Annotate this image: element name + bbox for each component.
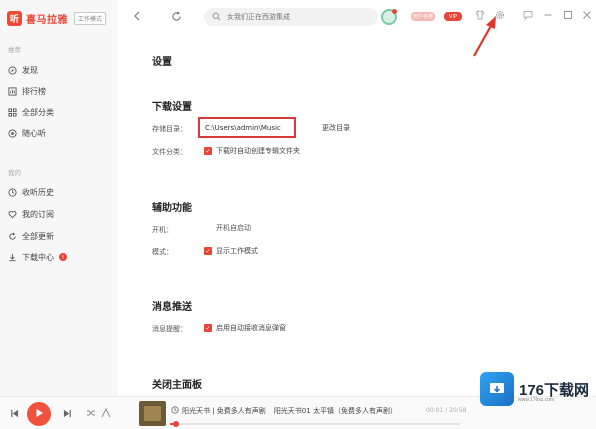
storage-dir-field[interactable]: C:\Users\admin\Music xyxy=(198,117,296,138)
speed-icon xyxy=(101,407,111,420)
minimize-button[interactable] xyxy=(542,11,553,22)
checkmark-icon: ✓ xyxy=(204,324,212,332)
maximize-button[interactable] xyxy=(562,11,573,22)
top-bar: 用户名称 VIP xyxy=(118,0,596,34)
sidebar-item-ranking[interactable]: 排行榜 xyxy=(8,85,46,97)
sidebar-item-label: 随心听 xyxy=(22,128,46,138)
sidebar-item-history[interactable]: 收听历史 xyxy=(8,186,54,198)
search-input[interactable] xyxy=(227,13,367,21)
work-mode-checkbox[interactable]: ✓ 显示工作模式 xyxy=(204,246,258,256)
refresh-button[interactable] xyxy=(170,10,182,24)
sidebar-item-discover[interactable]: 发现 xyxy=(8,64,38,76)
shuffle-icon xyxy=(86,408,96,420)
notification-dot xyxy=(392,9,397,14)
search-icon xyxy=(212,12,221,23)
radio-icon xyxy=(8,128,17,138)
clock-icon xyxy=(171,406,179,416)
progress-bar[interactable] xyxy=(170,421,460,427)
close-button[interactable] xyxy=(581,11,592,22)
watermark: 176下载网 www.176xz.com xyxy=(480,369,590,409)
auto-album-folder-checkbox[interactable]: ✓ 下载时自动创建专辑文件夹 xyxy=(204,146,300,156)
refresh-icon xyxy=(8,232,17,241)
auto-popup-checkbox[interactable]: ✓ 启用自动接收消息弹窗 xyxy=(204,323,286,333)
watermark-url: www.176xz.com xyxy=(518,397,555,403)
message-button[interactable] xyxy=(522,11,533,22)
play-time: 00:01 / 20:58 xyxy=(426,407,467,414)
minimize-icon xyxy=(543,10,553,23)
sidebar-item-updates[interactable]: 全部更新 xyxy=(8,230,54,242)
user-name-tag[interactable]: 用户名称 xyxy=(411,12,435,21)
grid-icon xyxy=(8,107,17,117)
play-icon xyxy=(34,408,44,420)
sidebar: 听 喜马拉雅 工作模式 推荐 发现 排行榜 全部分类 随心听 我的 收听历史 我… xyxy=(0,0,118,396)
progress-knob[interactable] xyxy=(172,421,179,427)
chat-icon xyxy=(523,10,533,23)
section-title-recommend: 推荐 xyxy=(8,46,21,54)
download-icon xyxy=(8,253,17,262)
track-subtitle[interactable]: 阳光天书01 太平镇（免费多人有声剧） xyxy=(274,406,397,416)
watermark-logo xyxy=(480,372,514,406)
playlist-mode-button[interactable] xyxy=(86,409,96,419)
avatar[interactable] xyxy=(381,9,397,25)
album-cover[interactable] xyxy=(139,401,166,426)
push-heading: 消息推送 xyxy=(152,302,192,313)
download-badge: ! xyxy=(59,253,67,261)
assist-heading: 辅助功能 xyxy=(152,203,192,214)
clock-icon xyxy=(8,187,17,197)
sidebar-item-label: 我的订阅 xyxy=(22,209,54,219)
sidebar-item-label: 发现 xyxy=(22,65,38,75)
next-button[interactable] xyxy=(62,409,72,419)
page-title: 设置 xyxy=(152,57,172,68)
speed-button[interactable] xyxy=(101,407,111,420)
skip-back-icon xyxy=(10,409,19,420)
startup-label: 开机： xyxy=(152,226,173,234)
change-dir-button[interactable]: 更改目录 xyxy=(322,123,350,133)
track-title[interactable]: 阳光天书 | 免费多人有声剧 xyxy=(182,406,266,416)
skip-forward-icon xyxy=(63,409,72,420)
checkmark-icon: ✓ xyxy=(204,147,212,155)
section-title-mine: 我的 xyxy=(8,169,21,177)
sidebar-item-radio[interactable]: 随心听 xyxy=(8,127,46,139)
file-classify-label: 文件分类： xyxy=(152,148,187,156)
startup-option[interactable]: 开机自启动 xyxy=(216,223,251,233)
sidebar-item-categories[interactable]: 全部分类 xyxy=(8,106,54,118)
vip-tag[interactable]: VIP xyxy=(444,12,462,21)
sidebar-item-label: 全部分类 xyxy=(22,107,54,117)
checkbox-label: 显示工作模式 xyxy=(216,247,258,255)
checkbox-label: 启用自动接收消息弹窗 xyxy=(216,324,286,332)
sidebar-item-label: 全部更新 xyxy=(22,231,54,241)
now-playing: 阳光天书 | 免费多人有声剧 阳光天书01 太平镇（免费多人有声剧） xyxy=(171,406,397,416)
back-button[interactable] xyxy=(131,11,143,23)
logo-text: 喜马拉雅 xyxy=(26,14,68,26)
maximize-icon xyxy=(563,10,573,23)
compass-icon xyxy=(8,65,17,75)
app-logo[interactable]: 听 喜马拉雅 工作模式 xyxy=(7,10,107,26)
sidebar-item-label: 下载中心 xyxy=(22,252,54,262)
mode-label: 模式： xyxy=(152,248,173,256)
search-box[interactable] xyxy=(204,8,378,26)
heart-icon xyxy=(8,210,17,219)
chart-icon xyxy=(8,86,17,96)
storage-dir-label: 存储目录： xyxy=(152,125,187,133)
logo-mark: 听 xyxy=(7,10,22,26)
storage-dir-value: C:\Users\admin\Music xyxy=(205,123,281,132)
sidebar-item-label: 排行榜 xyxy=(22,86,46,96)
work-mode-badge[interactable]: 工作模式 xyxy=(74,11,107,25)
checkbox-label: 下载时自动创建专辑文件夹 xyxy=(216,147,300,155)
checkmark-icon: ✓ xyxy=(204,247,212,255)
play-button[interactable] xyxy=(27,402,51,426)
close-panel-heading: 关闭主面板 xyxy=(152,380,202,391)
chevron-left-icon xyxy=(133,11,141,23)
sidebar-item-label: 收听历史 xyxy=(22,187,54,197)
close-icon xyxy=(582,10,592,23)
sidebar-item-downloads[interactable]: 下载中心 ! xyxy=(8,251,67,263)
sidebar-item-subscriptions[interactable]: 我的订阅 xyxy=(8,208,54,220)
download-settings-heading: 下载设置 xyxy=(152,102,192,113)
prev-button[interactable] xyxy=(9,409,19,419)
refresh-icon xyxy=(171,10,182,24)
settings-page: 设置 下载设置 存储目录： C:\Users\admin\Music 更改目录 … xyxy=(118,34,596,396)
notice-label: 消息提醒： xyxy=(152,325,187,333)
